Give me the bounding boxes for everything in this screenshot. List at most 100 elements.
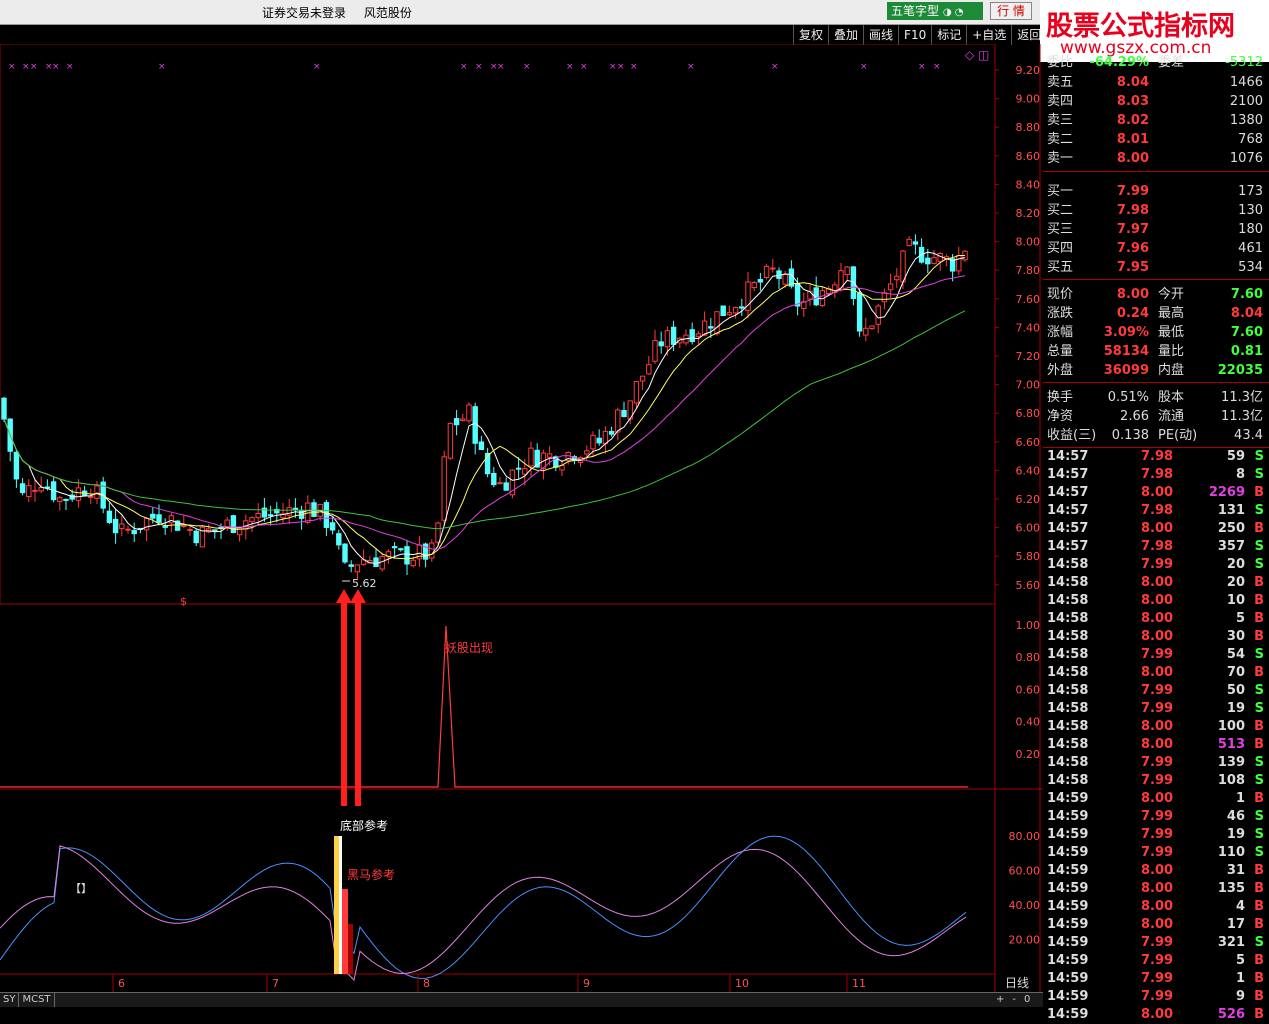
month-label: 10 <box>735 977 749 990</box>
tick-row: 14:59 8.00 4 B <box>1043 898 1269 916</box>
tick-price: 7.99 <box>1141 971 1174 986</box>
tick-row: 14:58 7.99 54 S <box>1043 646 1269 664</box>
candle-body <box>336 533 342 546</box>
candle-body <box>751 282 757 289</box>
tick-volume: 5 <box>1235 611 1245 626</box>
candle-body <box>695 333 702 337</box>
candle-body <box>887 283 894 291</box>
candle-body <box>894 275 900 281</box>
price-axis-label: 6.80 <box>1016 407 1041 420</box>
tab-mcst[interactable]: MCST <box>19 993 55 1007</box>
tick-volume: 1 <box>1235 791 1245 806</box>
zoom-reset-button[interactable]: 0 <box>1024 994 1030 1005</box>
signal-arrow-head <box>336 589 352 603</box>
zoom-out-button[interactable]: - <box>1012 994 1016 1005</box>
tick-time: 14:59 <box>1047 863 1089 878</box>
candle-body <box>646 364 652 375</box>
tick-side: S <box>1254 557 1264 572</box>
stat-label: 涨跌 <box>1047 306 1074 321</box>
tick-time: 14:58 <box>1047 737 1089 752</box>
window-title: 证券交易未登录 风范股份 <box>262 4 426 21</box>
bid-row: 买一 7.99 173 <box>1043 183 1269 201</box>
candle-body <box>63 498 69 501</box>
tick-side: S <box>1254 809 1264 824</box>
candle-body <box>373 557 379 567</box>
weibi-label: 委比 <box>1047 55 1074 70</box>
login-status: 证券交易未登录 <box>262 6 347 20</box>
price-axis-label: 8.40 <box>1016 178 1041 191</box>
tick-side: S <box>1254 467 1264 482</box>
tick-volume: 110 <box>1217 845 1245 860</box>
signal-marker: × <box>66 62 74 72</box>
signal-marker: × <box>475 62 483 72</box>
fund-value: 43.4 <box>1234 428 1263 443</box>
kline-chart-area[interactable]: 妖股出现 底部参考黑马参考【】 9.20 9.00 8.80 8.60 8.40 8.20… <box>0 44 1043 992</box>
candle-body <box>615 409 621 433</box>
candle-body <box>633 381 640 404</box>
tick-row: 14:57 7.98 131 S <box>1043 502 1269 520</box>
tick-price: 7.99 <box>1141 809 1174 824</box>
price-axis-label: 7.60 <box>1016 293 1041 306</box>
tick-price: 8.00 <box>1141 719 1174 734</box>
candle-body <box>187 529 193 532</box>
fundamental-row: 换手 0.51% 股本 11.3亿 <box>1043 389 1269 407</box>
tick-side: B <box>1254 953 1264 968</box>
price-axis-label: 7.20 <box>1016 350 1041 363</box>
zoom-in-button[interactable]: + <box>996 994 1004 1005</box>
ime-indicator[interactable]: 五笔字型 ◑ ◔ <box>887 2 983 20</box>
tick-side: S <box>1254 503 1264 518</box>
candle-body <box>584 450 590 455</box>
weibi-row: 委比 -64.29% 委差 -5312 <box>1043 54 1269 72</box>
fund-value: 11.3亿 <box>1221 390 1263 405</box>
market-button[interactable]: 行 情 <box>990 2 1032 20</box>
tick-time: 14:58 <box>1047 629 1089 644</box>
tick-side: S <box>1254 755 1264 770</box>
fund-label: 流通 <box>1158 409 1185 424</box>
divider <box>1043 382 1269 383</box>
candle-body <box>391 546 398 549</box>
toolbar-restore-rights[interactable]: 复权 <box>793 25 828 45</box>
bid-row: 买四 7.96 461 <box>1043 240 1269 258</box>
tick-price: 8.00 <box>1141 629 1174 644</box>
d-line <box>0 845 967 982</box>
candle-body <box>794 283 801 307</box>
bottom-ref-bar <box>334 836 339 974</box>
tick-time: 14:58 <box>1047 593 1089 608</box>
darkhorse-label: 黑马参考 <box>347 867 395 882</box>
bottom-tabs: SY MCST <box>0 992 1043 1007</box>
ask-label: 卖二 <box>1047 132 1074 147</box>
toolbar-overlay[interactable]: 叠加 <box>828 25 863 45</box>
tick-volume: 30 <box>1226 629 1245 644</box>
tick-volume: 108 <box>1217 773 1245 788</box>
candle-body <box>348 564 354 567</box>
tick-price: 8.00 <box>1141 917 1174 932</box>
tick-side: B <box>1254 485 1264 500</box>
tick-time: 14:59 <box>1047 791 1089 806</box>
divider <box>1043 171 1269 172</box>
candle-body <box>453 418 460 426</box>
stat-value: 7.60 <box>1230 325 1263 340</box>
tick-side: S <box>1254 701 1264 716</box>
signal-marker: × <box>22 62 30 72</box>
candlesticks <box>1 234 968 581</box>
toolbar-mark[interactable]: 标记 <box>931 25 966 45</box>
dollar-marker: $ <box>180 595 187 608</box>
signal-marker: × <box>609 62 617 72</box>
monster-label: 妖股出现 <box>445 641 493 655</box>
toolbar-draw[interactable]: 画线 <box>863 25 898 45</box>
diamond-icon: ◇ ◫ <box>965 48 989 62</box>
toolbar-back[interactable]: 返回 <box>1011 25 1046 45</box>
candle-body <box>379 556 385 570</box>
tick-row: 14:59 7.99 9 B <box>1043 988 1269 1006</box>
candle-body <box>782 273 788 285</box>
candle-body <box>639 375 646 382</box>
tick-volume: 50 <box>1226 683 1245 698</box>
toolbar-f10[interactable]: F10 <box>898 25 931 45</box>
tick-volume: 19 <box>1226 827 1245 842</box>
candle-body <box>342 543 348 563</box>
toolbar-add-watchlist[interactable]: +自选 <box>966 25 1011 45</box>
darkhorse-bar <box>348 924 353 974</box>
tab-sy[interactable]: SY <box>0 993 20 1007</box>
tick-row: 14:58 7.99 139 S <box>1043 754 1269 772</box>
candle-body <box>429 542 435 559</box>
